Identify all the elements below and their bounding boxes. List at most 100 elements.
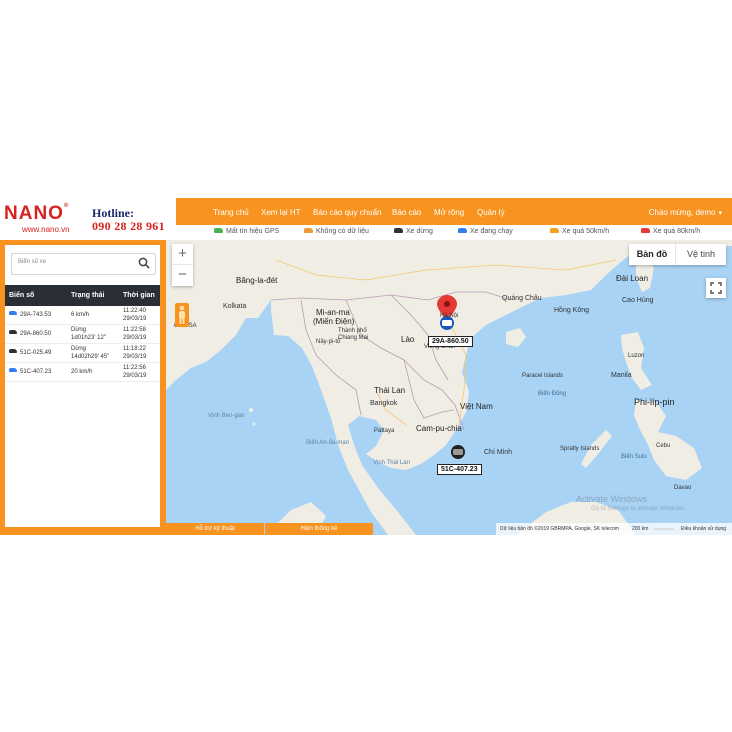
car-icon xyxy=(9,330,17,335)
user-greeting-text: Chào mừng, demo xyxy=(648,208,716,217)
map-type-satellite-button[interactable]: Vệ tinh xyxy=(676,244,726,265)
plate-text: 51C-025.49 xyxy=(20,350,52,356)
fullscreen-button[interactable] xyxy=(706,278,726,298)
time-cell: 11:22:40 29/03/19 xyxy=(119,306,160,325)
legend-over-80: Xe quá 80km/h xyxy=(641,227,700,235)
nav-standard-reports[interactable]: Báo cáo quy chuẩn xyxy=(313,208,382,217)
place-paracel: Paracel Islands xyxy=(522,373,564,379)
support-link[interactable]: Hỗ trợ kỹ thuật xyxy=(166,523,264,535)
place-phi-lip-pin: Phi-líp-pin xyxy=(634,397,675,407)
place-bangkok: Bangkok xyxy=(370,400,398,407)
nav-management[interactable]: Quản lý xyxy=(477,208,505,217)
place-vinh-ben-gan: Vịnh Ben-gan xyxy=(208,413,245,419)
place-viet-nam: Việt Nam xyxy=(460,402,493,411)
scale-label: 200 km xyxy=(632,526,649,532)
place-quang-chau: Quảng Châu xyxy=(502,295,542,302)
place-bien-an-da-man: Biển An-đa-man xyxy=(306,440,350,446)
place-lao: Lào xyxy=(401,335,415,344)
legend-stopped: Xe dừng xyxy=(394,227,433,235)
sidebar: Biển số xe Biển số Trạng thái Thời gian xyxy=(0,240,166,535)
legend-no-gps: Mất tín hiệu GPS xyxy=(214,227,279,235)
activation-watermark-title: Activate Windows xyxy=(576,494,648,504)
nav-playback[interactable]: Xem lại HT xyxy=(261,208,301,217)
status-cell: 20 km/h xyxy=(67,362,119,382)
search-input[interactable]: Biển số xe xyxy=(18,259,46,265)
legend-no-data: Không có dữ liệu xyxy=(304,227,369,235)
vehicle-label-north[interactable]: 29A-860.50 xyxy=(428,336,473,347)
time-text: 11:22:56 xyxy=(123,365,146,371)
vehicle-label-south[interactable]: 51C-407.23 xyxy=(437,464,482,475)
place-kolkata: Kolkata xyxy=(223,303,247,310)
place-nay-pi-to: Nây-pi-tô xyxy=(316,339,341,345)
nav-home[interactable]: Trang chủ xyxy=(213,208,249,217)
place-pattaya: Pattaya xyxy=(374,428,395,434)
plate-cell: 29A-743.53 xyxy=(5,306,67,325)
place-bang-la-det: Băng-la-đét xyxy=(236,276,278,285)
status-duration: 1d01h23' 12" xyxy=(71,335,106,341)
search-box[interactable]: Biển số xe xyxy=(11,253,156,275)
legend-over-50: Xe quá 50km/h xyxy=(550,227,610,235)
column-header-plate[interactable]: Biển số xyxy=(5,285,67,306)
place-cam-pu-chia: Cam-pu-chia xyxy=(416,424,462,433)
car-icon xyxy=(641,227,650,233)
status-cell: Dừng 14d02h29' 45" xyxy=(67,343,119,363)
status-text: 20 km/h xyxy=(71,369,93,375)
zoom-in-button[interactable]: + xyxy=(172,244,193,265)
table-row[interactable]: 51C-025.49 Dừng 14d02h29' 45" 11:18:22 29/… xyxy=(5,343,160,363)
place-cao-hung: Cao Hùng xyxy=(622,297,654,304)
car-icon xyxy=(458,227,467,233)
logo[interactable]: NANO® xyxy=(4,203,69,225)
table-row[interactable]: 29A-743.53 6 km/h 11:22:40 29/03/19 xyxy=(5,306,160,325)
time-text: 11:22:58 xyxy=(123,327,146,333)
map-type-road-button[interactable]: Bản đồ xyxy=(629,244,676,265)
place-davao: Davao xyxy=(674,485,692,491)
car-icon xyxy=(304,227,313,233)
place-luzon: Luzon xyxy=(628,353,645,359)
user-dropdown-icon: ▾ xyxy=(718,210,722,217)
zoom-out-button[interactable]: − xyxy=(172,265,193,285)
vehicle-table: Biển số Trạng thái Thời gian 29A-743.53 … xyxy=(5,285,160,382)
status-text: Dừng xyxy=(71,346,87,352)
place-mien-dien: (Miến Điện) xyxy=(313,317,355,326)
place-mi-an-ma: Mi-an-ma xyxy=(316,308,350,317)
vehicle-marker-south[interactable] xyxy=(451,445,465,459)
terms-link[interactable]: Điều khoản sử dụng xyxy=(681,523,726,535)
plate-text: 29A-743.53 xyxy=(20,312,52,318)
plate-cell: 51C-025.49 xyxy=(5,343,67,363)
place-vinh-thai-lan: Vịnh Thái Lan xyxy=(373,460,410,466)
nav-reports[interactable]: Báo cáo xyxy=(392,208,421,217)
map-data-credit: Dữ liệu bản đồ ©2019 GBRMPA, Google, SK … xyxy=(500,526,619,532)
user-menu[interactable]: Chào mừng, demo ▾ xyxy=(649,208,722,217)
street-view-pegman-icon[interactable] xyxy=(175,303,189,327)
brand-area: NANO® www.nano.vn Hotline: 090 28 28 961 xyxy=(0,198,176,240)
table-row[interactable]: 51C-407.23 20 km/h 11:22:56 29/03/19 xyxy=(5,362,160,382)
column-header-time[interactable]: Thời gian xyxy=(119,285,160,306)
hotline-number: 090 28 28 961 xyxy=(92,219,165,233)
place-chiang-mai: Chiang Mai xyxy=(338,335,369,341)
search-icon[interactable] xyxy=(137,256,151,270)
top-nav-bar: Trang chủ Xem lại HT Báo cáo quy chuẩn B… xyxy=(176,198,732,225)
column-header-status[interactable]: Trạng thái xyxy=(67,285,119,306)
map-type-control: Bản đồ Vệ tinh xyxy=(629,244,726,265)
activation-watermark-subtitle: Go to Settings to activate Windows. xyxy=(591,506,686,512)
nav-extensions[interactable]: Mở rộng xyxy=(434,208,464,217)
legend-label: Không có dữ liệu xyxy=(316,228,369,235)
date-text: 29/03/19 xyxy=(123,335,147,341)
time-cell: 11:22:58 29/03/19 xyxy=(119,324,160,344)
car-icon xyxy=(9,311,17,316)
place-thai-lan: Thái Lan xyxy=(374,386,406,395)
table-row[interactable]: 29A-860.50 Dừng 1d01h23' 12" 11:22:58 29/0… xyxy=(5,324,160,344)
place-cebu: Cebu xyxy=(656,443,671,449)
time-text: 11:18:22 xyxy=(123,346,146,352)
legend-label: Xe quá 50km/h xyxy=(562,228,610,235)
place-hong-kong: Hồng Kông xyxy=(554,307,590,314)
legend-label: Xe dừng xyxy=(406,228,433,235)
map-view[interactable]: Đài Loan Cao Hùng Băng-la-đét Kolkata OR… xyxy=(166,240,732,535)
show-stats-link[interactable]: Hiện thống kê xyxy=(265,523,373,535)
map-attribution-bar: Dữ liệu bản đồ ©2019 GBRMPA, Google, SK … xyxy=(496,523,732,535)
place-spratly: Spratly Islands xyxy=(560,446,600,452)
footer-links: Hỗ trợ kỹ thuật Hiện thống kê xyxy=(166,523,373,535)
logo-text: NANO xyxy=(4,203,64,224)
status-text: 6 km/h xyxy=(71,312,90,318)
website-text: www.nano.vn xyxy=(22,225,70,234)
